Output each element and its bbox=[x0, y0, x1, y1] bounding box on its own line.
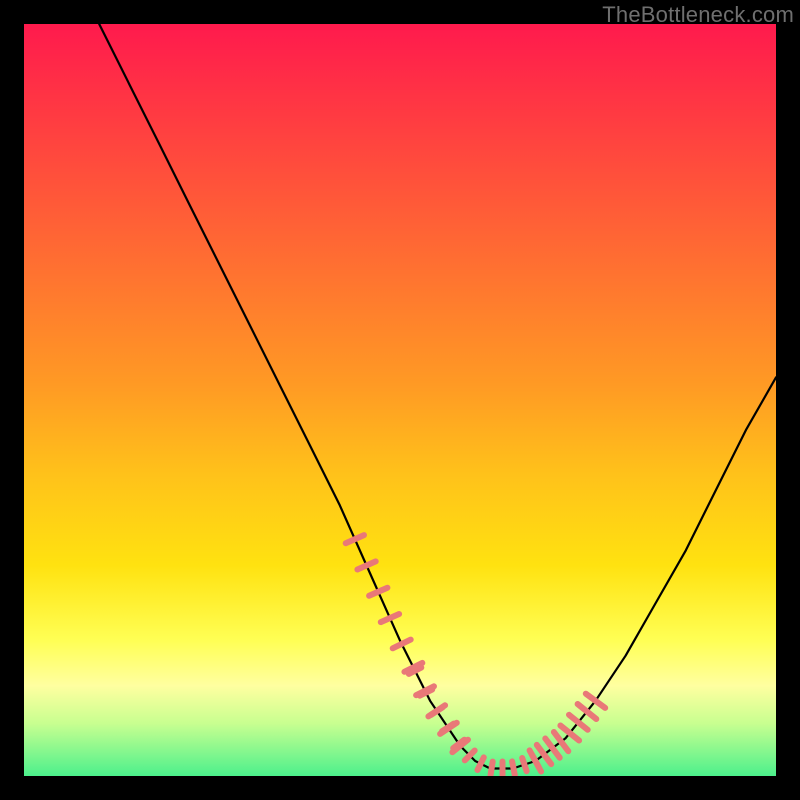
hash-marks-left-arm bbox=[346, 535, 468, 752]
bottleneck-curve bbox=[99, 24, 776, 769]
chart-frame: TheBottleneck.com bbox=[0, 0, 800, 800]
hash-marks-right-arm bbox=[530, 694, 606, 772]
watermark-text: TheBottleneck.com bbox=[602, 2, 794, 28]
curve-svg bbox=[24, 24, 776, 776]
plot-area bbox=[24, 24, 776, 776]
